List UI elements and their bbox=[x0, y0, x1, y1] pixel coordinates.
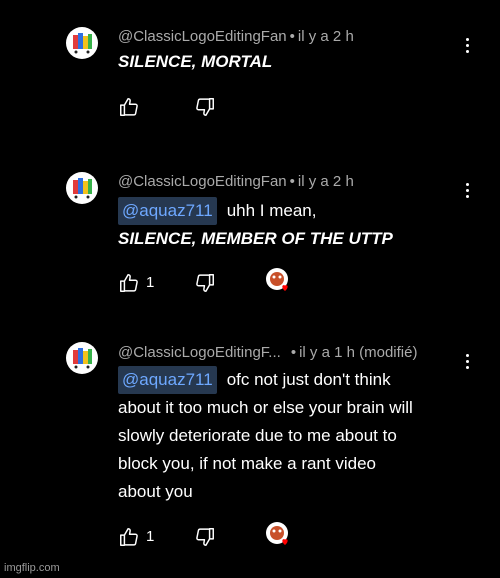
creator-heart-icon[interactable] bbox=[264, 521, 294, 551]
timestamp: il y a 2 h bbox=[297, 173, 354, 190]
comment-meta: @ClassicLogoEditingFan • il y a 2 h bbox=[118, 28, 354, 45]
like-icon[interactable] bbox=[118, 272, 140, 294]
comment-line: ofc not just don't think bbox=[226, 370, 391, 389]
like-count: 1 bbox=[146, 274, 155, 291]
comment-line: uhh I mean, bbox=[226, 201, 317, 220]
like-icon[interactable] bbox=[118, 96, 140, 118]
comment-text: SILENCE, MORTAL bbox=[118, 48, 468, 76]
dislike-icon[interactable] bbox=[194, 96, 216, 118]
comment-line: slowly deteriorate due to me about to bbox=[118, 426, 397, 445]
comment-text: @aquaz711 ofc not just don't think about … bbox=[118, 366, 468, 506]
mention-link[interactable]: @aquaz711 bbox=[118, 197, 217, 225]
like-icon[interactable] bbox=[118, 526, 140, 548]
author-avatar[interactable] bbox=[66, 27, 98, 59]
like-count: 1 bbox=[146, 528, 155, 545]
author-avatar[interactable] bbox=[66, 172, 98, 204]
creator-heart-icon[interactable] bbox=[264, 267, 294, 297]
dislike-icon[interactable] bbox=[194, 526, 216, 548]
comment-line: SILENCE, MORTAL bbox=[118, 52, 273, 71]
comment-line: about you bbox=[118, 482, 193, 501]
comment-text: @aquaz711 uhh I mean, SILENCE, MEMBER OF … bbox=[118, 197, 468, 253]
timestamp: il y a 1 h (modifié) bbox=[299, 344, 418, 361]
comment-line: block you, if not make a rant video bbox=[118, 454, 376, 473]
comment-line: about it too much or else your brain wil… bbox=[118, 398, 413, 417]
comment-actions: 1 bbox=[118, 268, 418, 296]
comment-meta: @ClassicLogoEditingF... • il y a 1 h (modi… bbox=[118, 344, 418, 361]
author-name[interactable]: @ClassicLogoEditingF... bbox=[118, 344, 281, 361]
mention-link[interactable]: @aquaz711 bbox=[118, 366, 217, 394]
author-avatar[interactable] bbox=[66, 342, 98, 374]
author-name[interactable]: @ClassicLogoEditingFan bbox=[118, 28, 287, 45]
comment-actions: 1 bbox=[118, 522, 418, 550]
watermark: imgflip.com bbox=[4, 562, 60, 574]
dislike-icon[interactable] bbox=[194, 272, 216, 294]
comment-line: SILENCE, MEMBER OF THE UTTP bbox=[118, 229, 393, 248]
author-name[interactable]: @ClassicLogoEditingFan bbox=[118, 173, 287, 190]
comment-actions bbox=[118, 96, 418, 120]
comment-meta: @ClassicLogoEditingFan • il y a 2 h bbox=[118, 173, 354, 190]
timestamp: il y a 2 h bbox=[297, 28, 354, 45]
